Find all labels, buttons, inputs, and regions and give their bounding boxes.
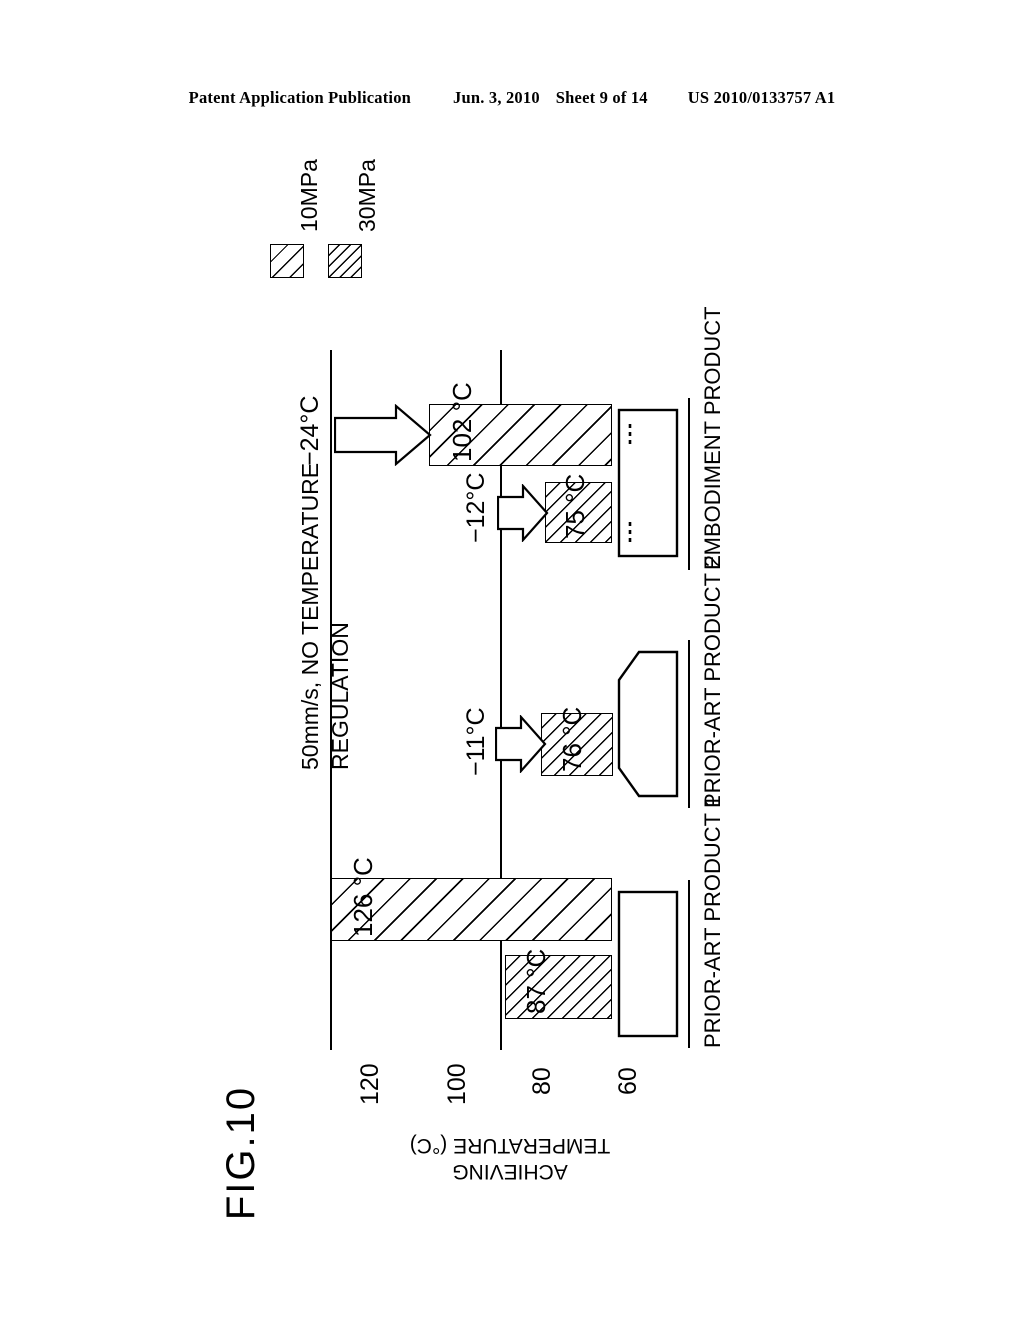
category-label-prior-art-product-1: PRIOR-ART PRODUCT 1 <box>700 794 725 1048</box>
bar-label-embodiment-30mpa: 75 °C <box>560 473 590 539</box>
axis-tick-80: 80 <box>528 1067 556 1095</box>
category-label-embodiment-product: EMBODIMENT PRODUCT <box>700 306 725 570</box>
product-shape-prior-art-2-icon <box>617 650 679 798</box>
product-shape-embodiment-icon <box>617 408 679 558</box>
bar-label-embodiment-10mpa: 102 °C <box>447 382 477 462</box>
category-rule-embodiment <box>688 398 690 570</box>
axis-tick-120: 120 <box>356 1063 384 1105</box>
axis-tick-100: 100 <box>443 1063 471 1105</box>
arrow-delta-11c-icon <box>495 715 547 773</box>
annotation-delta-12c: −12°C <box>462 472 490 543</box>
category-rule-prior-art-2 <box>688 640 690 808</box>
chart-condition-caption: 50mm/s, NO TEMPERATURE REGULATION <box>297 462 353 770</box>
bar-label-prior-art-1-30mpa: 87 °C <box>521 948 551 1014</box>
axis-title: ACHIEVING TEMPERATURE (°C) <box>409 1133 611 1183</box>
arrow-delta-24c-icon <box>334 404 432 466</box>
product-shape-prior-art-1-icon <box>617 890 679 1038</box>
bar-label-prior-art-2-30mpa: 76 °C <box>557 706 587 772</box>
axis-tick-60: 60 <box>614 1067 642 1095</box>
arrow-delta-12c-icon <box>497 484 549 542</box>
category-rule-prior-art-1 <box>688 880 690 1048</box>
category-label-prior-art-product-2: PRIOR-ART PRODUCT 2 <box>700 554 725 808</box>
annotation-delta-24c: −24°C <box>296 395 324 466</box>
bar-chart: 102 °C 75 °C −24°C −12°C EMBODIMENT PROD… <box>0 0 1024 1320</box>
bar-label-prior-art-1-10mpa: 126 °C <box>348 857 378 937</box>
annotation-delta-11c: −11°C <box>462 707 490 776</box>
patent-figure-page: Patent Application Publication Jun. 3, 2… <box>0 0 1024 1320</box>
